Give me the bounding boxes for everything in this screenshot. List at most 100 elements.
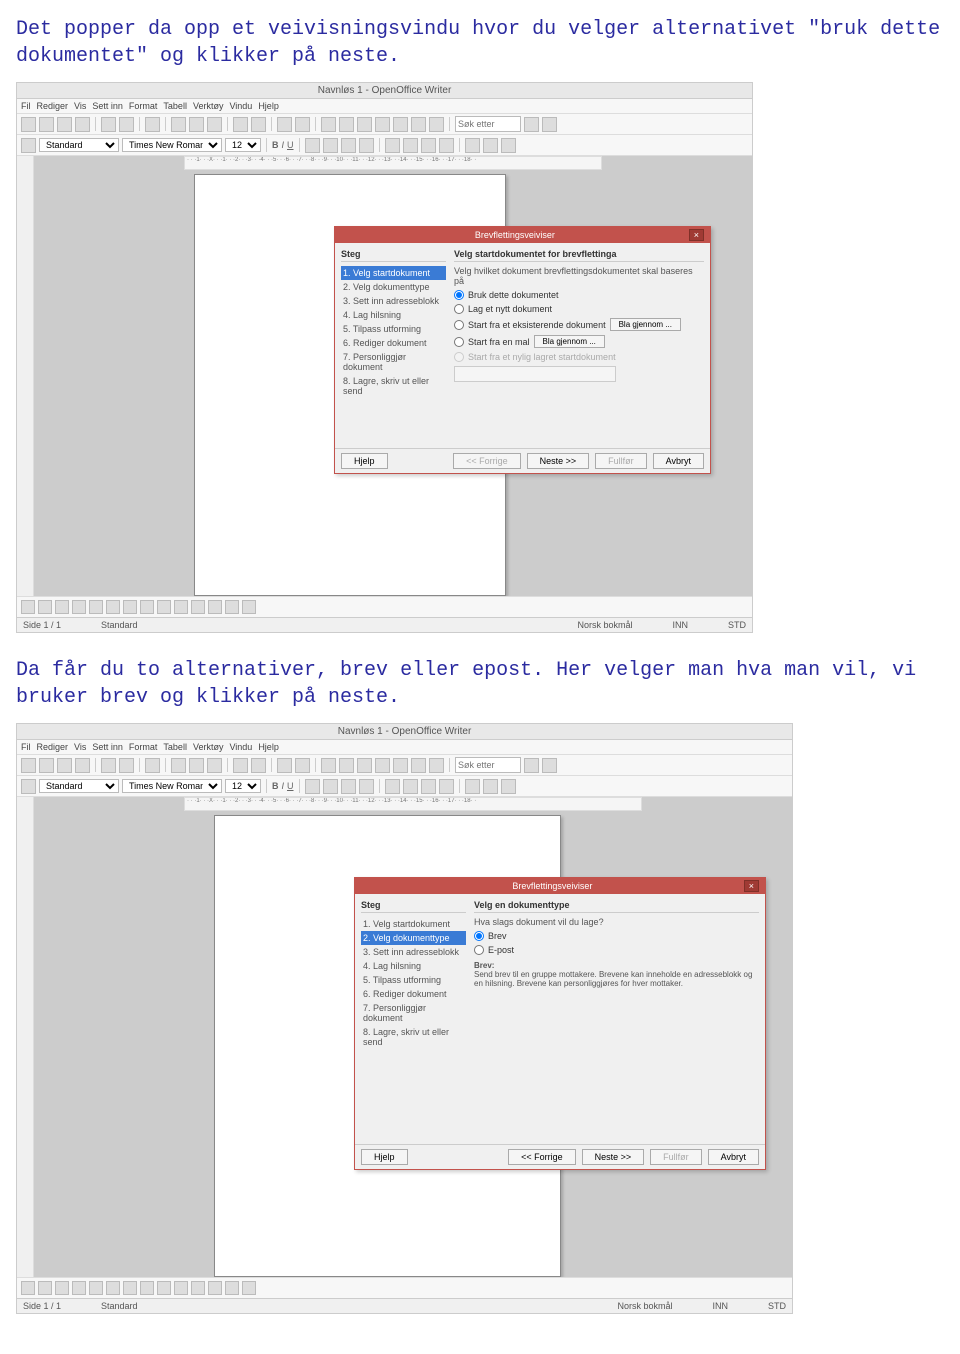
help-icon[interactable] — [429, 117, 444, 132]
draw-symbols-icon[interactable] — [140, 600, 154, 614]
next-button[interactable]: Neste >> — [527, 453, 590, 469]
font-color-icon-2[interactable] — [465, 779, 480, 794]
underline-icon[interactable]: U — [287, 140, 294, 150]
italic-icon[interactable]: I — [282, 140, 285, 150]
cut-icon[interactable] — [171, 117, 186, 132]
step-5b[interactable]: 5. Tilpass utforming — [361, 973, 466, 987]
draw-fontwork-icon-2[interactable] — [208, 1281, 222, 1295]
help-button-2[interactable]: Hjelp — [361, 1149, 408, 1165]
find-icon[interactable] — [321, 117, 336, 132]
menu-tools-2[interactable]: Verktøy — [193, 742, 224, 752]
style-select-2[interactable]: Standard — [39, 779, 119, 793]
next-button-2[interactable]: Neste >> — [582, 1149, 645, 1165]
menubar[interactable]: Fil Rediger Vis Sett inn Format Tabell V… — [17, 99, 752, 114]
step-6[interactable]: 6. Rediger dokument — [341, 336, 446, 350]
zoom-icon-2[interactable] — [411, 758, 426, 773]
draw-line-icon-2[interactable] — [38, 1281, 52, 1295]
search-up-icon[interactable] — [542, 117, 557, 132]
nonprint-icon-2[interactable] — [393, 758, 408, 773]
indent-dec-icon-2[interactable] — [421, 779, 436, 794]
nav-icon[interactable] — [339, 117, 354, 132]
menubar-2[interactable]: Fil Rediger Vis Sett inn Format Tabell V… — [17, 740, 792, 755]
step-8b[interactable]: 8. Lagre, skriv ut eller send — [361, 1025, 466, 1049]
draw-flowchart-icon[interactable] — [174, 600, 188, 614]
redo-icon-2[interactable] — [251, 758, 266, 773]
step-3b[interactable]: 3. Sett inn adresseblokk — [361, 945, 466, 959]
menu-table-2[interactable]: Tabell — [163, 742, 187, 752]
draw-shapes-icon[interactable] — [123, 600, 137, 614]
menu-help[interactable]: Hjelp — [258, 101, 279, 111]
styles-icon-2[interactable] — [21, 779, 36, 794]
open-icon-2[interactable] — [39, 758, 54, 773]
help-button[interactable]: Hjelp — [341, 453, 388, 469]
draw-arrow-icon-2[interactable] — [21, 1281, 35, 1295]
indent-inc-icon[interactable] — [439, 138, 454, 153]
step-8[interactable]: 8. Lagre, skriv ut eller send — [341, 374, 446, 398]
radio-existing[interactable] — [454, 320, 464, 330]
draw-text-icon-2[interactable] — [89, 1281, 103, 1295]
indent-inc-icon-2[interactable] — [439, 779, 454, 794]
menu-tools[interactable]: Verktøy — [193, 101, 224, 111]
search-input-2[interactable] — [455, 757, 521, 773]
print-icon[interactable] — [119, 117, 134, 132]
find-icon-2[interactable] — [321, 758, 336, 773]
list-num-icon[interactable] — [385, 138, 400, 153]
gallery-icon[interactable] — [357, 117, 372, 132]
font-color-icon[interactable] — [465, 138, 480, 153]
draw-callout-icon-2[interactable] — [106, 1281, 120, 1295]
step-3[interactable]: 3. Sett inn adresseblokk — [341, 294, 446, 308]
radio-email[interactable] — [474, 945, 484, 955]
save-icon-2[interactable] — [57, 758, 72, 773]
new-icon[interactable] — [21, 117, 36, 132]
draw-shapes-icon-2[interactable] — [123, 1281, 137, 1295]
bold-icon-2[interactable]: B — [272, 781, 279, 791]
align-left-icon-2[interactable] — [305, 779, 320, 794]
styles-icon[interactable] — [21, 138, 36, 153]
align-center-icon-2[interactable] — [323, 779, 338, 794]
draw-stars-icon[interactable] — [191, 600, 205, 614]
search-down-icon[interactable] — [524, 117, 539, 132]
draw-arrows-icon-2[interactable] — [157, 1281, 171, 1295]
cut-icon-2[interactable] — [171, 758, 186, 773]
help-icon-2[interactable] — [429, 758, 444, 773]
datasource-icon[interactable] — [375, 117, 390, 132]
draw-text-icon[interactable] — [89, 600, 103, 614]
list-bullet-icon-2[interactable] — [403, 779, 418, 794]
paste-icon[interactable] — [207, 117, 222, 132]
undo-icon-2[interactable] — [233, 758, 248, 773]
draw-line-icon[interactable] — [38, 600, 52, 614]
step-7b[interactable]: 7. Personliggjør dokument — [361, 1001, 466, 1025]
paste-icon-2[interactable] — [207, 758, 222, 773]
browse-button-1[interactable]: Bla gjennom ... — [610, 318, 681, 331]
menu-edit-2[interactable]: Rediger — [37, 742, 69, 752]
cancel-button[interactable]: Avbryt — [653, 453, 704, 469]
table-icon-2[interactable] — [295, 758, 310, 773]
menu-file[interactable]: Fil — [21, 101, 31, 111]
radio-template[interactable] — [454, 337, 464, 347]
step-2[interactable]: 2. Velg dokumenttype — [341, 280, 446, 294]
indent-dec-icon[interactable] — [421, 138, 436, 153]
highlight-icon[interactable] — [483, 138, 498, 153]
menu-file-2[interactable]: Fil — [21, 742, 31, 752]
spell-icon[interactable] — [145, 117, 160, 132]
align-left-icon[interactable] — [305, 138, 320, 153]
list-bullet-icon[interactable] — [403, 138, 418, 153]
search-up-icon-2[interactable] — [542, 758, 557, 773]
draw-ellipse-icon[interactable] — [72, 600, 86, 614]
save-icon[interactable] — [57, 117, 72, 132]
draw-stars-icon-2[interactable] — [191, 1281, 205, 1295]
close-icon-2[interactable]: × — [744, 880, 759, 892]
style-select[interactable]: Standard — [39, 138, 119, 152]
draw-flowchart-icon-2[interactable] — [174, 1281, 188, 1295]
list-num-icon-2[interactable] — [385, 779, 400, 794]
size-select[interactable]: 12 — [225, 138, 261, 152]
menu-view[interactable]: Vis — [74, 101, 86, 111]
draw-rect-icon-2[interactable] — [55, 1281, 69, 1295]
menu-edit[interactable]: Rediger — [37, 101, 69, 111]
draw-extrusion-icon-2[interactable] — [242, 1281, 256, 1295]
align-right-icon[interactable] — [341, 138, 356, 153]
step-6b[interactable]: 6. Rediger dokument — [361, 987, 466, 1001]
size-select-2[interactable]: 12 — [225, 779, 261, 793]
draw-points-icon[interactable] — [225, 600, 239, 614]
step-4[interactable]: 4. Lag hilsning — [341, 308, 446, 322]
